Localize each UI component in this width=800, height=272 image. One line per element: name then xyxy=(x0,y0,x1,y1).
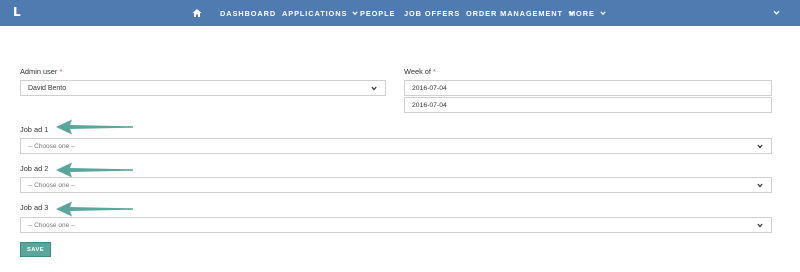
annotation-arrow-icon xyxy=(56,201,133,217)
job-ad-1-placeholder: -- Choose one -- xyxy=(28,143,76,150)
week-of-date-display[interactable]: 2016-07-04 xyxy=(404,97,772,113)
week-of-label-text: Week of xyxy=(404,67,431,76)
job-ad-3-label: Job ad 3 xyxy=(20,203,49,212)
job-ad-2-label: Job ad 2 xyxy=(20,164,49,173)
chevron-down-icon xyxy=(757,223,763,228)
week-of-value-secondary: 2016-07-04 xyxy=(412,102,447,109)
nav-applications-label: Applications xyxy=(282,8,348,18)
nav-more-label: More xyxy=(569,8,595,18)
week-of-value: 2016-07-04 xyxy=(412,85,447,92)
annotation-arrow-icon xyxy=(56,119,133,135)
job-ad-3-placeholder: -- Choose one -- xyxy=(28,222,76,229)
required-mark: * xyxy=(59,67,63,76)
top-navbar: L Dashboard Applications People Job Offe… xyxy=(0,0,800,26)
admin-user-label: Admin user * xyxy=(20,67,62,76)
required-mark: * xyxy=(433,67,436,76)
job-ad-2-select[interactable]: -- Choose one -- xyxy=(20,177,772,193)
admin-user-label-text: Admin user xyxy=(20,67,58,76)
job-ad-3-select[interactable]: -- Choose one -- xyxy=(20,217,772,233)
nav-dashboard[interactable]: Dashboard xyxy=(220,0,276,26)
chevron-down-icon xyxy=(757,183,763,188)
nav-people[interactable]: People xyxy=(360,0,395,26)
week-of-input[interactable]: 2016-07-04 xyxy=(404,80,772,96)
home-icon[interactable] xyxy=(192,8,202,18)
save-button[interactable]: SAVE xyxy=(20,242,51,257)
chevron-down-icon xyxy=(352,11,358,16)
nav-people-label: People xyxy=(360,8,396,18)
chevron-down-icon xyxy=(371,86,377,91)
nav-order-management[interactable]: Order Management xyxy=(466,0,574,26)
admin-user-select[interactable]: David Bento xyxy=(20,80,386,96)
chevron-down-icon xyxy=(757,144,763,149)
chevron-down-icon xyxy=(600,11,606,16)
nav-job-offers[interactable]: Job Offers xyxy=(404,0,460,26)
account-menu-chevron-icon[interactable] xyxy=(773,9,780,16)
week-of-label: Week of * xyxy=(404,67,436,76)
nav-more[interactable]: More xyxy=(569,0,606,26)
job-ad-1-label: Job ad 1 xyxy=(20,125,49,134)
job-ad-2-placeholder: -- Choose one -- xyxy=(28,182,76,189)
nav-job-offers-label: Job Offers xyxy=(404,8,461,18)
nav-order-management-label: Order Management xyxy=(466,8,563,18)
app-logo[interactable]: L xyxy=(13,5,21,19)
job-ad-1-select[interactable]: -- Choose one -- xyxy=(20,138,772,154)
nav-applications[interactable]: Applications xyxy=(282,0,358,26)
nav-dashboard-label: Dashboard xyxy=(220,8,277,18)
admin-user-value: David Bento xyxy=(28,85,67,92)
